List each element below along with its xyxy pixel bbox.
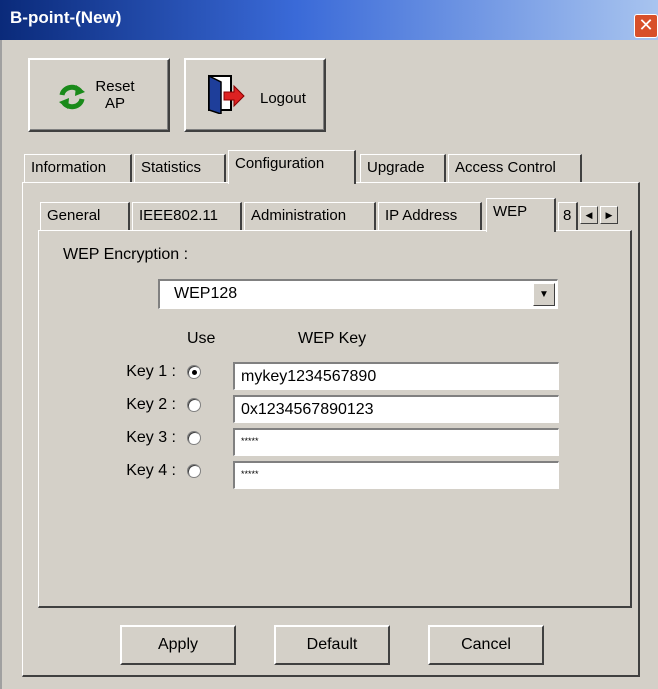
tab-information[interactable]: Information <box>24 154 132 182</box>
key3-radio[interactable] <box>187 431 201 445</box>
key4-radio[interactable] <box>187 464 201 478</box>
tab-scroll-right-button[interactable]: ▶ <box>600 206 618 224</box>
tab-label: Information <box>31 159 107 176</box>
key4-label: Key 4 : <box>126 462 176 479</box>
key2-label: Key 2 : <box>126 396 176 413</box>
key4-value: ***** <box>241 469 259 479</box>
chevron-down-icon: ▼ <box>539 289 549 300</box>
close-button[interactable]: ✕ <box>634 14 658 38</box>
subtab-label: IEEE802.11 <box>139 207 218 224</box>
cancel-button[interactable]: Cancel <box>428 625 544 665</box>
wep-encryption-label: WEP Encryption : <box>63 246 189 263</box>
close-icon: ✕ <box>638 15 654 35</box>
wep-encryption-select[interactable]: WEP128 ▼ <box>158 279 558 309</box>
key2-field[interactable]: 0x1234567890123 <box>233 395 559 423</box>
key3-label: Key 3 : <box>126 429 176 446</box>
key1-value: mykey1234567890 <box>241 368 377 385</box>
key1-field[interactable]: mykey1234567890 <box>233 362 559 390</box>
key2-value: 0x1234567890123 <box>241 401 374 418</box>
default-label: Default <box>306 636 358 653</box>
subtab-overflow[interactable]: 8 <box>558 202 578 230</box>
tab-scroll-left-button[interactable]: ◀ <box>580 206 598 224</box>
subtab-label: WEP <box>493 203 528 220</box>
cancel-label: Cancel <box>461 636 511 653</box>
tab-label: Upgrade <box>367 159 425 176</box>
key3-value: ***** <box>241 436 259 446</box>
logout-label: Logout <box>260 90 306 107</box>
tab-configuration[interactable]: Configuration <box>228 150 356 184</box>
tab-upgrade[interactable]: Upgrade <box>360 154 446 182</box>
dropdown-button[interactable]: ▼ <box>533 283 555 306</box>
reset-label-line1: Reset <box>95 78 135 95</box>
default-button[interactable]: Default <box>274 625 390 665</box>
apply-label: Apply <box>157 636 199 653</box>
wep-key-column-header: WEP Key <box>298 330 367 347</box>
subtab-wep[interactable]: WEP <box>486 198 556 232</box>
wep-encryption-value: WEP128 <box>174 285 238 302</box>
title-bar[interactable]: B-point-(New) ✕ <box>0 0 658 40</box>
subtab-ip-address[interactable]: IP Address <box>378 202 482 230</box>
subtab-general[interactable]: General <box>40 202 130 230</box>
subtab-label: General <box>47 207 101 224</box>
reset-label-line2: AP <box>104 95 125 112</box>
tab-label: Configuration <box>235 155 325 172</box>
tab-statistics[interactable]: Statistics <box>134 154 226 182</box>
door-exit-icon <box>208 74 245 114</box>
refresh-icon <box>59 84 85 110</box>
key4-field[interactable]: ***** <box>233 461 559 489</box>
subtab-label: IP Address <box>385 207 458 224</box>
reset-ap-button[interactable]: Reset AP <box>28 58 170 132</box>
key2-radio[interactable] <box>187 398 201 412</box>
subtab-ieee80211[interactable]: IEEE802.11 <box>132 202 242 230</box>
arrow-right-icon: ▶ <box>605 210 613 220</box>
tab-label: Statistics <box>141 159 202 176</box>
tab-access-control[interactable]: Access Control <box>448 154 582 182</box>
use-column-header: Use <box>187 330 216 347</box>
arrow-left-icon: ◀ <box>585 210 593 220</box>
subtab-administration[interactable]: Administration <box>244 202 376 230</box>
key1-radio[interactable] <box>187 365 201 379</box>
subtab-label: 8 <box>563 207 572 224</box>
tab-label: Access Control <box>455 159 556 176</box>
apply-button[interactable]: Apply <box>120 625 236 665</box>
logout-button[interactable]: Logout <box>184 58 326 132</box>
window-title: B-point-(New) <box>10 8 122 27</box>
key3-field[interactable]: ***** <box>233 428 559 456</box>
radio-selected-dot <box>192 370 197 375</box>
key1-label: Key 1 : <box>126 363 176 380</box>
subtab-label: Administration <box>251 207 347 224</box>
